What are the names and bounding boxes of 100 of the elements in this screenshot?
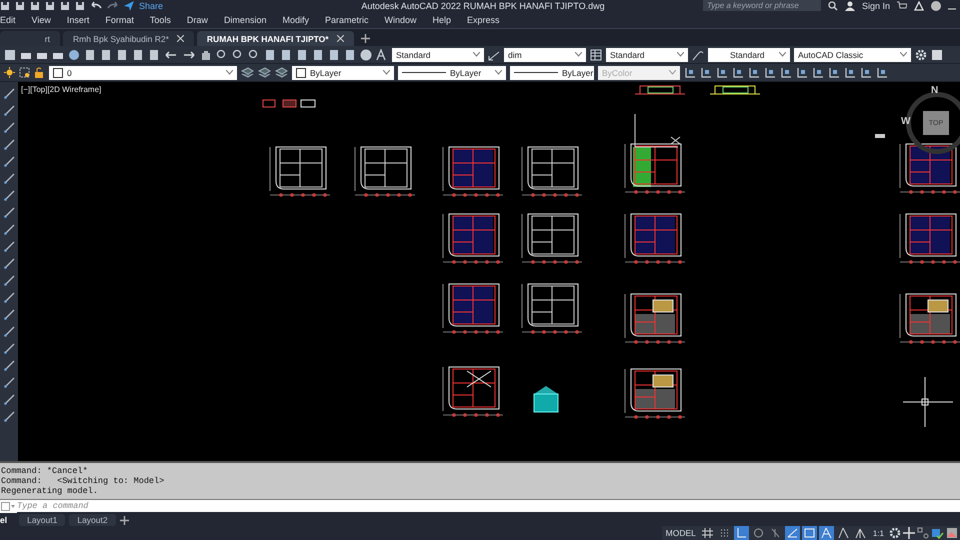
draw-tool-icon[interactable] — [4, 360, 14, 371]
menu-item[interactable]: Tools — [142, 14, 179, 24]
plus-icon[interactable] — [903, 527, 915, 539]
quick-access-icon[interactable] — [15, 0, 25, 10]
ucs-icon[interactable] — [700, 66, 712, 78]
ucs-icon[interactable] — [796, 66, 808, 78]
draw-tool-icon[interactable] — [4, 275, 14, 286]
panel-icon[interactable] — [931, 48, 943, 60]
model-space-button[interactable]: MODEL — [664, 528, 698, 538]
table-style-icon[interactable] — [590, 48, 602, 60]
menu-item[interactable]: Parametric — [316, 14, 376, 24]
layout-tab[interactable]: Layout2 — [69, 514, 116, 526]
settings-icon[interactable] — [889, 527, 901, 539]
draw-tool-icon[interactable] — [4, 258, 14, 269]
ucs-icon[interactable] — [748, 66, 760, 78]
draw-tool-icon[interactable] — [4, 173, 14, 184]
quick-access-icon[interactable] — [30, 0, 40, 10]
layer-stack-icon[interactable] — [241, 66, 254, 78]
layer-dropdown[interactable]: 0 — [49, 66, 237, 80]
ucs-icon[interactable] — [684, 66, 696, 78]
undo-icon[interactable] — [164, 48, 178, 60]
settings-icon[interactable] — [915, 48, 927, 60]
ucs-icon[interactable] — [780, 66, 792, 78]
dimension-style-icon[interactable] — [488, 48, 500, 60]
quick-access-icon[interactable] — [0, 0, 10, 10]
ucs-icon[interactable] — [716, 66, 728, 78]
menu-item[interactable]: Window — [376, 14, 425, 24]
sun-icon[interactable] — [4, 67, 15, 78]
menu-item[interactable]: Insert — [58, 14, 98, 24]
lock-icon[interactable] — [34, 67, 45, 78]
compass-label[interactable]: N — [931, 85, 938, 96]
add-layout-icon[interactable] — [120, 516, 129, 524]
hardware-icon[interactable] — [931, 527, 944, 539]
menu-item[interactable]: View — [24, 14, 59, 24]
close-icon[interactable] — [176, 35, 184, 42]
quick-access-icon[interactable] — [75, 0, 85, 10]
search-icon[interactable] — [828, 0, 838, 10]
workspace-dropdown[interactable]: AutoCAD Classic — [794, 48, 911, 62]
draw-tool-icon[interactable] — [4, 343, 14, 354]
draw-tool-icon[interactable] — [4, 292, 14, 303]
layer-stack-icon[interactable] — [258, 66, 271, 78]
ucs-icon[interactable] — [732, 66, 744, 78]
color-dropdown[interactable]: ByLayer — [292, 66, 394, 80]
osnap-toggle-icon[interactable] — [802, 526, 817, 540]
menu-item[interactable]: Dimension — [216, 14, 274, 24]
sphere-icon[interactable] — [68, 48, 80, 60]
ucs-icon[interactable] — [812, 66, 824, 78]
draw-tool-icon[interactable] — [4, 394, 14, 405]
dimension-style-dropdown[interactable]: dim — [504, 48, 586, 62]
annotation-scale-button[interactable]: 1:1 — [870, 528, 887, 538]
user-icon[interactable] — [844, 0, 855, 10]
draw-tool-icon[interactable] — [4, 122, 14, 133]
menu-item[interactable]: Help — [424, 14, 460, 24]
draw-tool-icon[interactable] — [4, 377, 14, 388]
draw-tool-icon[interactable] — [4, 411, 14, 422]
ucs-icon[interactable] — [828, 66, 840, 78]
multileader-style-icon[interactable] — [692, 48, 704, 60]
viewport-controls[interactable]: [−][Top][2D Wireframe] — [21, 85, 102, 94]
lineweight-dropdown[interactable]: ByLayer — [510, 66, 594, 80]
draw-tool-icon[interactable] — [4, 105, 14, 116]
file-tab[interactable]: RUMAH BPK HANAFI TJIPTO* — [196, 31, 354, 46]
share-icon[interactable] — [124, 0, 134, 10]
draw-tool-icon[interactable] — [4, 139, 14, 150]
text-style-icon[interactable] — [376, 48, 388, 60]
ortho-toggle-icon[interactable] — [734, 526, 749, 540]
draw-tool-icon[interactable] — [4, 241, 14, 252]
layer-stack-icon[interactable] — [275, 66, 288, 78]
draw-tool-icon[interactable] — [4, 309, 14, 320]
isolate-icon[interactable] — [917, 527, 929, 539]
close-icon[interactable] — [336, 35, 344, 42]
menu-item[interactable]: Format — [97, 14, 142, 24]
compass-label[interactable]: W — [901, 116, 910, 127]
draw-tool-icon[interactable] — [4, 326, 14, 337]
menu-item[interactable]: Modify — [274, 14, 317, 24]
search-field[interactable]: Type a keyword or phrase — [702, 0, 821, 11]
menu-item[interactable]: Edit — [0, 14, 24, 24]
freeze-icon[interactable] — [19, 67, 30, 78]
file-tab[interactable]: rt — [0, 31, 60, 46]
image-icon[interactable] — [946, 527, 958, 539]
draw-tool-icon[interactable] — [4, 224, 14, 235]
layout-tab[interactable]: Layout1 — [19, 514, 66, 526]
cart-icon[interactable] — [896, 0, 907, 10]
ucs-icon[interactable] — [844, 66, 856, 78]
ucs-icon[interactable] — [876, 66, 888, 78]
undo-icon[interactable] — [90, 0, 102, 10]
redo-icon[interactable] — [182, 48, 196, 60]
share-button[interactable]: Share — [139, 0, 164, 10]
file-tab[interactable]: Rmh Bpk Syahibudin R2* — [63, 31, 194, 46]
command-icon[interactable] — [0, 500, 17, 513]
quick-access-icon[interactable] — [60, 0, 70, 10]
menu-item[interactable]: Express — [459, 14, 508, 24]
save-icon[interactable] — [4, 48, 16, 60]
sign-in-button[interactable]: Sign In — [862, 0, 890, 10]
draw-tool-icon[interactable] — [4, 88, 14, 99]
multileader-style-dropdown[interactable]: Standard — [708, 48, 790, 62]
add-tab-icon[interactable] — [360, 34, 370, 43]
quick-access-icon[interactable] — [45, 0, 55, 10]
draw-tool-icon[interactable] — [4, 207, 14, 218]
grid-toggle-icon[interactable] — [700, 526, 715, 540]
text-style-dropdown[interactable]: Standard — [392, 48, 484, 62]
